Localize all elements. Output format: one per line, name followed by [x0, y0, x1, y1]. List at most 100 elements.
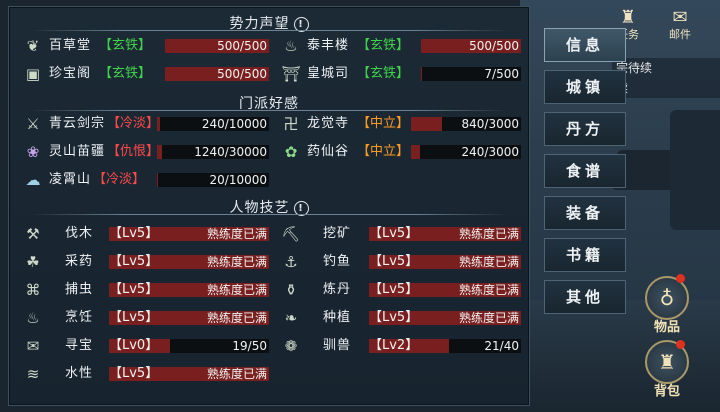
level-tag: 【Lv5】: [109, 282, 159, 297]
items-label: 物品: [653, 320, 680, 335]
progress-value: 熟练度已满: [458, 255, 519, 269]
skills-header: 人物技艺!: [9, 197, 529, 217]
attitude-tag: 【冷淡】: [107, 116, 160, 131]
attitude-tag: 【中立】: [357, 116, 410, 131]
skill-name: 炼丹: [323, 282, 352, 297]
reputation-row: ♨ 泰丰楼 【玄铁】 500/500: [281, 37, 521, 55]
progress-value: 20/10000: [209, 173, 268, 187]
skill-name: 寻宝: [65, 338, 94, 353]
mail-icon: ✉: [672, 7, 688, 28]
rank-tag: 【玄铁】: [357, 38, 410, 53]
herb-leaf-icon: ❦: [26, 37, 40, 55]
skill-row: ⚒ 伐木 【Lv5】 熟练度已满: [23, 225, 271, 243]
skill-name: 钓鱼: [323, 254, 352, 269]
herb-sickle-icon: ☘: [26, 253, 40, 271]
backpack-button[interactable]: ♜ 背包: [636, 340, 698, 399]
paw-icon: ❁: [284, 337, 298, 355]
progress-bar: 【Lv5】 熟练度已满: [369, 310, 521, 325]
progress-bar: 【Lv5】 熟练度已满: [109, 310, 269, 325]
progress-bar: 500/500: [165, 67, 269, 81]
bag-icon: ♁: [645, 276, 689, 320]
mail-label: 邮件: [669, 28, 691, 41]
faction-name: 珍宝阁: [49, 66, 92, 81]
progress-bar: 【Lv5】 熟练度已满: [369, 254, 521, 269]
reputation-row: ▣ 珍宝阁 【玄铁】 500/500: [23, 65, 271, 83]
divider: [29, 110, 509, 111]
attitude-tag: 【仇恨】: [107, 144, 160, 159]
sect-name: 龙觉寺: [307, 116, 350, 131]
menu-button-6[interactable]: 书籍: [544, 238, 626, 272]
progress-bar: 【Lv5】 熟练度已满: [109, 366, 269, 381]
backpack-label: 背包: [653, 384, 680, 399]
progress-bar: 240/10000: [157, 117, 269, 131]
menu-button-2[interactable]: 城镇: [544, 70, 626, 104]
level-tag: 【Lv5】: [369, 254, 419, 269]
skill-name: 种植: [323, 310, 352, 325]
progress-value: 熟练度已满: [458, 311, 519, 325]
progress-bar: 840/3000: [411, 117, 521, 131]
level-tag: 【Lv5】: [109, 226, 159, 241]
menu-button-4[interactable]: 食谱: [544, 154, 626, 188]
divider: [29, 214, 509, 215]
butterfly-icon: ❀: [26, 143, 40, 161]
progress-value: 21/40: [484, 339, 519, 353]
sect-row: ⚔ 青云剑宗 【冷淡】 240/10000: [23, 115, 271, 133]
progress-bar: 【Lv5】 熟练度已满: [109, 254, 269, 269]
sect-name: 灵山苗疆: [49, 144, 106, 159]
sect-name: 凌霄山: [49, 172, 92, 187]
progress-bar: 【Lv5】 熟练度已满: [369, 282, 521, 297]
character-info-panel: 势力声望! ❦ 百草堂 【玄铁】 500/500 ♨ 泰丰楼 【玄铁】 500/…: [8, 6, 530, 406]
menu-button-7[interactable]: 其他: [544, 280, 626, 314]
level-tag: 【Lv5】: [109, 254, 159, 269]
menu-button-1[interactable]: 信息: [544, 28, 626, 62]
mail-button[interactable]: ✉ 邮件: [660, 8, 700, 44]
progress-bar: 500/500: [165, 39, 269, 53]
items-button[interactable]: ♁ 物品: [636, 276, 698, 335]
progress-fill: [411, 117, 442, 131]
faction-name: 百草堂: [49, 38, 92, 53]
skill-name: 水性: [65, 366, 94, 381]
skill-name: 采药: [65, 254, 94, 269]
rank-tag: 【玄铁】: [99, 38, 152, 53]
tower-icon: ♜: [619, 7, 637, 28]
menu-button-3[interactable]: 丹方: [544, 112, 626, 146]
progress-value: 7/500: [484, 67, 519, 81]
sect-header: 门派好感: [9, 93, 529, 113]
skill-row: ≋ 水性 【Lv5】 熟练度已满: [23, 365, 271, 383]
faction-name: 泰丰楼: [307, 38, 350, 53]
progress-bar: 【Lv0】 19/50: [109, 338, 269, 353]
pavilion-icon: ⛩: [281, 65, 301, 83]
reputation-row: ⛩ 皇城司 【玄铁】 7/500: [281, 65, 521, 83]
rank-tag: 【玄铁】: [99, 66, 152, 81]
progress-value: 熟练度已满: [206, 283, 267, 297]
progress-bar: 7/500: [421, 67, 521, 81]
treasure-chest-icon: ▣: [25, 65, 41, 83]
menu-button-5[interactable]: 装备: [544, 196, 626, 230]
progress-value: 熟练度已满: [206, 311, 267, 325]
progress-value: 1240/30000: [194, 145, 267, 159]
task-tracker[interactable]: 宗待续 续: [612, 58, 720, 98]
progress-bar: 1240/30000: [157, 145, 269, 159]
progress-value: 840/3000: [461, 117, 520, 131]
progress-bar: 【Lv5】 熟练度已满: [369, 226, 521, 241]
progress-bar: 【Lv2】 21/40: [369, 338, 521, 353]
faction-name: 皇城司: [307, 66, 350, 81]
progress-value: 熟练度已满: [206, 367, 267, 381]
task-line: 续: [616, 78, 720, 98]
sect-row: 卍 龙觉寺 【中立】 840/3000: [281, 115, 521, 133]
attitude-tag: 【冷淡】: [93, 172, 146, 187]
attitude-tag: 【中立】: [357, 144, 410, 159]
progress-bar: 500/500: [421, 39, 521, 53]
level-tag: 【Lv0】: [109, 338, 159, 353]
level-tag: 【Lv2】: [369, 338, 419, 353]
cooking-icon: ♨: [26, 309, 40, 327]
axe-icon: ⚒: [26, 225, 40, 243]
progress-fill: [411, 145, 420, 159]
level-tag: 【Lv5】: [109, 310, 159, 325]
notification-dot: [676, 340, 685, 349]
cloud-crane-icon: ☁: [25, 171, 41, 189]
level-tag: 【Lv5】: [369, 226, 419, 241]
progress-bar: 【Lv5】 熟练度已满: [109, 226, 269, 241]
buddha-icon: 卍: [283, 115, 299, 133]
progress-value: 熟练度已满: [458, 227, 519, 241]
